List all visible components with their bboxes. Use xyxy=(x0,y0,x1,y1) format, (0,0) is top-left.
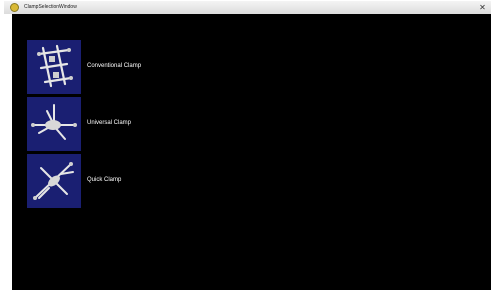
quick-clamp-icon xyxy=(27,154,81,208)
clamp-option-quick[interactable]: Quick Clamp xyxy=(27,154,227,208)
conventional-clamp-icon xyxy=(27,40,81,94)
universal-clamp-icon xyxy=(27,97,81,151)
clamp-option-universal[interactable]: Universal Clamp xyxy=(27,97,227,151)
app-icon xyxy=(10,3,19,12)
clamp-option-label: Conventional Clamp xyxy=(87,63,142,69)
clamp-option-label: Quick Clamp xyxy=(87,177,122,183)
close-button[interactable]: ✕ xyxy=(478,3,487,12)
title-bar: ClampSelectionWindow ✕ xyxy=(4,1,491,14)
clamp-list-panel: Conventional Clamp Universal Clamp Quick… xyxy=(12,14,491,290)
window-title: ClampSelectionWindow xyxy=(24,4,77,10)
clamp-option-label: Universal Clamp xyxy=(87,120,132,126)
clamp-selection-window: ClampSelectionWindow ✕ Conventional Clam… xyxy=(0,0,493,292)
clamp-option-conventional[interactable]: Conventional Clamp xyxy=(27,40,227,94)
